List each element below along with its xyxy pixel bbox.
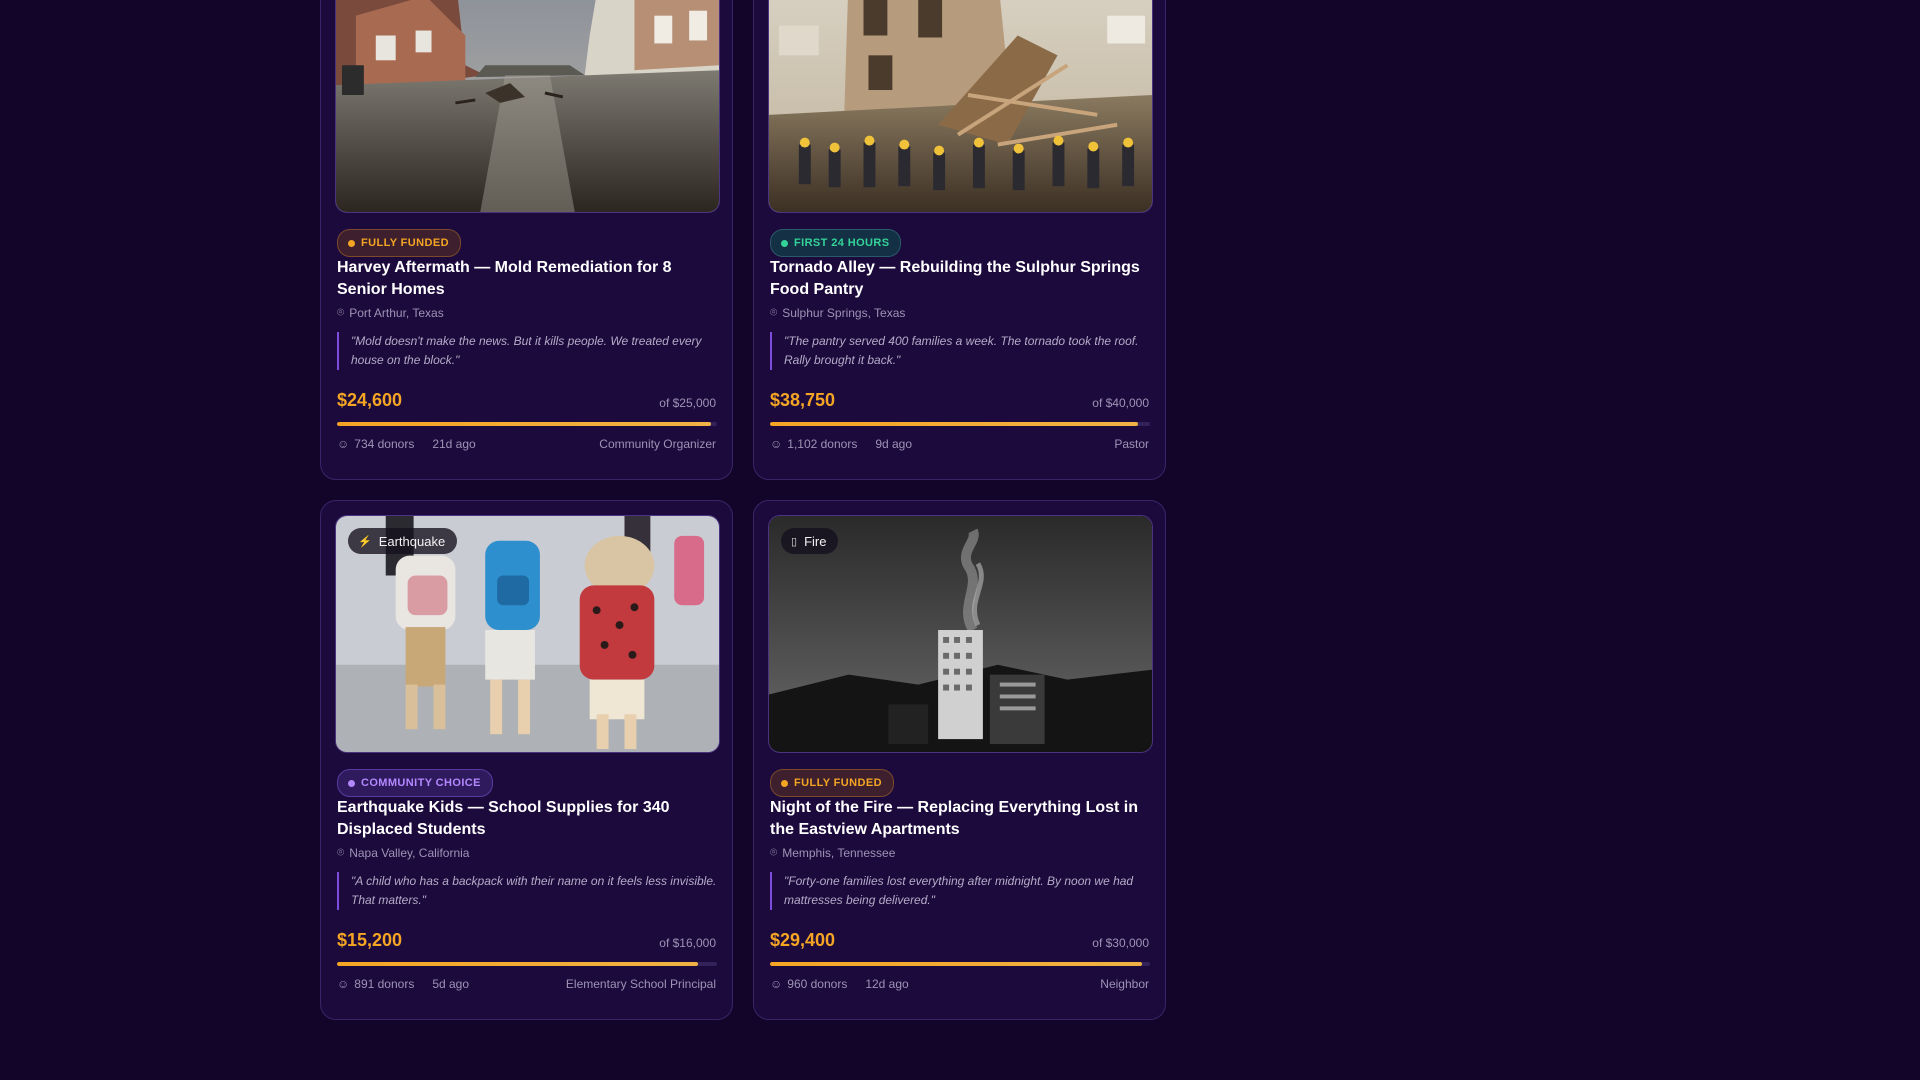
organizer-role: Community Organizer <box>599 437 716 451</box>
campaign-grid: FULLY FUNDED Harvey Aftermath — Mold Rem… <box>320 0 1166 1020</box>
campaign-location: ⌾ Port Arthur, Texas <box>337 305 444 320</box>
status-badge: FIRST 24 HOURS <box>770 229 902 257</box>
campaign-location: ⌾ Sulphur Springs, Texas <box>770 305 905 320</box>
organizer-role: Elementary School Principal <box>565 977 716 991</box>
donors-icon: ☺ <box>770 977 783 991</box>
location-pin-icon: ⌾ <box>337 305 345 319</box>
status-dot <box>348 779 355 787</box>
donor-count: 1,102 donors <box>787 437 858 451</box>
campaign-meta: ☺ 891 donors 5d ago <box>337 977 469 991</box>
goal-amount: of $40,000 <box>1092 396 1149 410</box>
progress-fill <box>770 962 1143 966</box>
donors-icon: ☺ <box>337 977 350 991</box>
status-label: FULLY FUNDED <box>361 237 449 249</box>
campaign-quote: "A child who has a backpack with their n… <box>337 872 719 910</box>
goal-amount: of $16,000 <box>659 936 716 950</box>
progress-bar <box>770 962 1150 966</box>
campaign-card[interactable]: ▯ Fire FULLY FUNDED Night of the Fire — … <box>753 500 1166 1020</box>
status-label: FIRST 24 HOURS <box>794 237 890 249</box>
campaign-quote: "Forty-one families lost everything afte… <box>770 872 1152 910</box>
progress-fill <box>337 422 711 426</box>
status-dot <box>348 239 355 247</box>
location-label: Memphis, Tennessee <box>782 845 896 860</box>
campaign-quote: "The pantry served 400 families a week. … <box>770 332 1152 370</box>
campaign-image-flooded-street[interactable] <box>335 0 720 213</box>
campaign-card[interactable]: FIRST 24 HOURS Tornado Alley — Rebuildin… <box>753 0 1166 480</box>
time-ago: 12d ago <box>865 977 909 991</box>
time-ago: 9d ago <box>875 437 913 451</box>
campaign-card[interactable]: FULLY FUNDED Harvey Aftermath — Mold Rem… <box>320 0 733 480</box>
status-badge: FULLY FUNDED <box>337 229 461 257</box>
progress-bar <box>337 422 717 426</box>
time-ago: 5d ago <box>432 977 470 991</box>
status-dot <box>781 779 788 787</box>
location-label: Napa Valley, California <box>349 845 470 860</box>
campaign-image-burning-apartment[interactable]: ▯ Fire <box>768 515 1153 753</box>
campaign-meta: ☺ 1,102 donors 9d ago <box>770 437 912 451</box>
progress-fill <box>770 422 1139 426</box>
location-pin-icon: ⌾ <box>770 845 778 859</box>
lightning-icon: ⚡ <box>358 535 372 548</box>
campaign-title[interactable]: Tornado Alley — Rebuilding the Sulphur S… <box>770 257 1155 301</box>
donor-count: 960 donors <box>787 977 848 991</box>
organizer-role: Neighbor <box>1100 977 1149 991</box>
progress-fill <box>337 962 698 966</box>
status-dot <box>781 239 788 247</box>
category-chip[interactable]: ▯ Fire <box>781 528 839 554</box>
location-label: Port Arthur, Texas <box>349 305 444 320</box>
campaign-location: ⌾ Memphis, Tennessee <box>770 845 895 860</box>
organizer-role: Pastor <box>1114 437 1149 451</box>
donor-count: 891 donors <box>354 977 415 991</box>
status-badge: COMMUNITY CHOICE <box>337 769 493 797</box>
category-label: Fire <box>804 533 827 549</box>
status-label: COMMUNITY CHOICE <box>361 777 481 789</box>
goal-amount: of $25,000 <box>659 396 716 410</box>
location-pin-icon: ⌾ <box>770 305 778 319</box>
campaign-image-tornado-debris[interactable] <box>768 0 1153 213</box>
fire-icon: ▯ <box>791 535 798 548</box>
campaign-card[interactable]: ⚡ Earthquake COMMUNITY CHOICE Earthquake… <box>320 500 733 1020</box>
location-pin-icon: ⌾ <box>337 845 345 859</box>
campaign-meta: ☺ 960 donors 12d ago <box>770 977 909 991</box>
amount-raised: $38,750 <box>770 390 836 410</box>
campaign-title[interactable]: Night of the Fire — Replacing Everything… <box>770 797 1155 841</box>
location-label: Sulphur Springs, Texas <box>782 305 906 320</box>
progress-bar <box>337 962 717 966</box>
campaign-quote: "Mold doesn't make the news. But it kill… <box>337 332 719 370</box>
status-label: FULLY FUNDED <box>794 777 882 789</box>
amount-raised: $29,400 <box>770 930 836 950</box>
campaign-location: ⌾ Napa Valley, California <box>337 845 469 860</box>
campaign-image-school-kids[interactable]: ⚡ Earthquake <box>335 515 720 753</box>
progress-bar <box>770 422 1150 426</box>
donor-count: 734 donors <box>354 437 415 451</box>
amount-raised: $15,200 <box>337 930 403 950</box>
amount-raised: $24,600 <box>337 390 403 410</box>
status-badge: FULLY FUNDED <box>770 769 894 797</box>
category-chip[interactable]: ⚡ Earthquake <box>348 528 458 554</box>
donors-icon: ☺ <box>770 437 783 451</box>
goal-amount: of $30,000 <box>1092 936 1149 950</box>
category-label: Earthquake <box>378 533 446 549</box>
campaign-title[interactable]: Harvey Aftermath — Mold Remediation for … <box>337 257 722 301</box>
campaign-meta: ☺ 734 donors 21d ago <box>337 437 476 451</box>
time-ago: 21d ago <box>432 437 476 451</box>
campaign-title[interactable]: Earthquake Kids — School Supplies for 34… <box>337 797 722 841</box>
donors-icon: ☺ <box>337 437 350 451</box>
